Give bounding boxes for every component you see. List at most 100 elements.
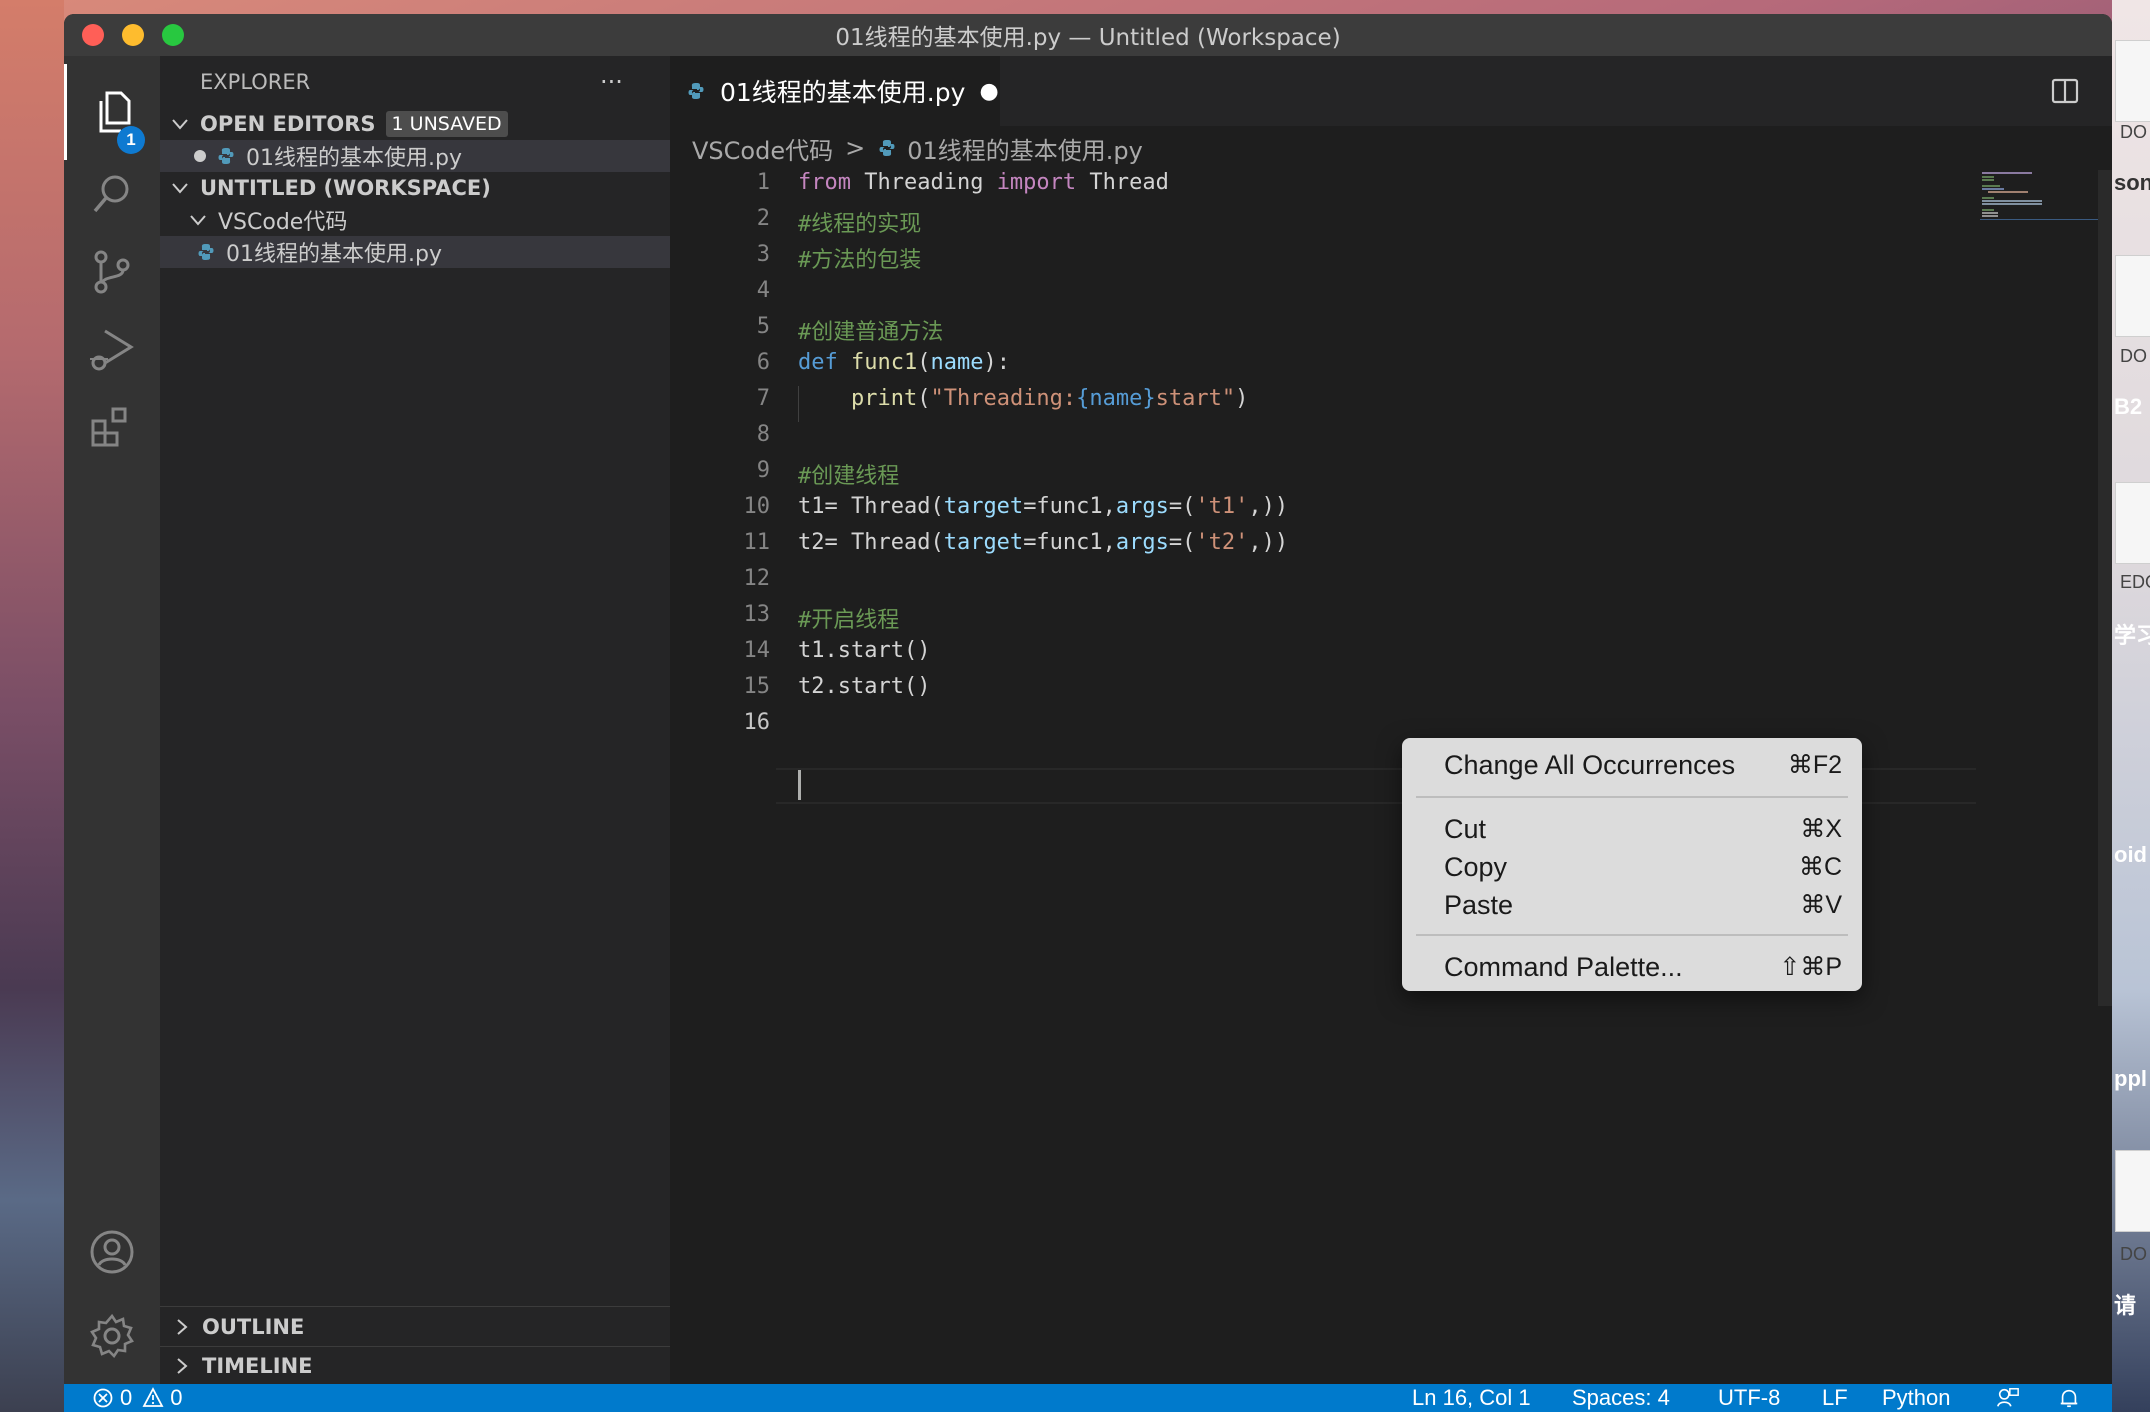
python-file-icon bbox=[688, 83, 704, 99]
code-line: #方法的包装 bbox=[798, 248, 922, 273]
cursor-position[interactable]: Ln 16, Col 1 bbox=[1412, 1384, 1531, 1412]
desktop-file-thumbnail[interactable] bbox=[2115, 1150, 2150, 1232]
maximize-window-button[interactable] bbox=[162, 24, 184, 46]
line-number: 14 bbox=[743, 638, 771, 663]
minimap[interactable] bbox=[1980, 170, 2105, 230]
editor-scrollbar[interactable] bbox=[2098, 170, 2112, 1006]
end-of-line[interactable]: LF bbox=[1822, 1384, 1848, 1412]
menu-item-shortcut: ⇧⌘P bbox=[1779, 953, 1842, 981]
line-number: 7 bbox=[756, 386, 770, 411]
code-line: t2= Thread(target=func1,args=('t2',)) bbox=[798, 530, 1289, 555]
workspace-section-header[interactable]: UNTITLED (WORKSPACE) bbox=[160, 172, 670, 204]
line-number: 16 bbox=[743, 710, 771, 735]
workspace-filename: 01线程的基本使用.py bbox=[226, 242, 442, 267]
editor-area: 01线程的基本使用.py ● ··· VSCode代码 > 01线程的基本使用.… bbox=[670, 56, 2112, 1384]
menu-item-copy[interactable]: Copy ⌘C bbox=[1402, 848, 1862, 886]
minimize-window-button[interactable] bbox=[122, 24, 144, 46]
manage-settings-button[interactable] bbox=[64, 1288, 160, 1384]
menu-item-shortcut: ⌘X bbox=[1800, 815, 1842, 843]
desktop-icons-right: DO son DO B2 EDO 学习 oid ppl DO 请 bbox=[2112, 0, 2150, 1412]
chevron-down-icon bbox=[172, 183, 188, 194]
error-icon bbox=[93, 1388, 113, 1408]
search-icon bbox=[93, 175, 129, 213]
desktop-file-label: B2 bbox=[2114, 394, 2143, 419]
desktop-file-label: EDO bbox=[2120, 572, 2150, 592]
feedback-icon bbox=[1997, 1388, 2019, 1407]
explorer-header: EXPLORER ··· bbox=[160, 56, 670, 108]
desktop-file-label: 学习 bbox=[2114, 623, 2150, 648]
extensions-button[interactable] bbox=[64, 378, 160, 474]
menu-item-change-all-occurrences[interactable]: Change All Occurrences ⌘F2 bbox=[1402, 746, 1862, 784]
file-item-active[interactable]: 01线程的基本使用.py bbox=[160, 236, 670, 268]
line-number: 9 bbox=[756, 458, 770, 483]
menu-item-shortcut: ⌘V bbox=[1800, 891, 1842, 919]
menu-item-paste[interactable]: Paste ⌘V bbox=[1402, 886, 1862, 924]
menu-item-cut[interactable]: Cut ⌘X bbox=[1402, 810, 1862, 848]
indentation[interactable]: Spaces: 4 bbox=[1572, 1384, 1670, 1412]
menu-item-label: Paste bbox=[1444, 889, 1514, 920]
status-bar: 0 0 Ln 16, Col 1 Spaces: 4 UTF-8 LF Pyth… bbox=[64, 1384, 2112, 1412]
desktop-file-thumbnail[interactable] bbox=[2115, 40, 2150, 122]
open-editor-filename: 01线程的基本使用.py bbox=[246, 146, 462, 171]
line-number: 5 bbox=[756, 314, 770, 339]
explorer-title: EXPLORER bbox=[200, 70, 311, 94]
feedback-button[interactable] bbox=[1996, 1384, 2020, 1412]
line-number: 6 bbox=[756, 350, 770, 375]
code-line: from Threading import Thread bbox=[798, 170, 1169, 195]
desktop-file-label: DO bbox=[2120, 346, 2147, 366]
folder-item[interactable]: VSCode代码 bbox=[160, 204, 670, 236]
explorer-more-actions-button[interactable]: ··· bbox=[600, 68, 623, 96]
line-number: 13 bbox=[743, 602, 771, 627]
desktop-file-label: DO bbox=[2120, 1244, 2147, 1264]
timeline-section-header[interactable]: TIMELINE bbox=[160, 1346, 670, 1384]
source-control-icon bbox=[94, 250, 130, 294]
split-editor-icon[interactable] bbox=[2050, 76, 2080, 106]
menu-item-label: Command Palette... bbox=[1444, 951, 1683, 982]
breadcrumb: VSCode代码 > 01线程的基本使用.py bbox=[670, 126, 2112, 170]
desktop-file-thumbnail[interactable] bbox=[2115, 255, 2150, 337]
line-number: 8 bbox=[756, 422, 770, 447]
unsaved-dot-icon[interactable] bbox=[194, 150, 206, 162]
encoding[interactable]: UTF-8 bbox=[1718, 1384, 1780, 1412]
problems-indicator[interactable]: 0 0 bbox=[92, 1384, 183, 1412]
window-title: 01线程的基本使用.py — Untitled (Workspace) bbox=[835, 25, 1341, 51]
desktop-file-thumbnail[interactable] bbox=[2115, 482, 2150, 564]
error-count: 0 bbox=[120, 1385, 133, 1410]
line-number: 15 bbox=[743, 674, 771, 699]
line-number: 10 bbox=[743, 494, 771, 519]
code-line: print("Threading:{name}start") bbox=[850, 386, 1249, 411]
python-file-icon bbox=[218, 148, 234, 164]
bell-icon bbox=[2060, 1389, 2078, 1408]
folder-name: VSCode代码 bbox=[218, 210, 348, 235]
tab-dirty-indicator[interactable]: ● bbox=[979, 79, 998, 104]
code-line: t1.start() bbox=[798, 638, 931, 663]
menu-item-command-palette[interactable]: Command Palette... ⇧⌘P bbox=[1402, 948, 1862, 986]
open-editor-item[interactable]: 01线程的基本使用.py bbox=[160, 140, 670, 172]
python-file-icon bbox=[879, 140, 895, 156]
desktop-wallpaper-left bbox=[0, 0, 64, 1412]
open-editors-section-header[interactable]: OPEN EDITORS 1 UNSAVED bbox=[160, 108, 670, 140]
warning-icon bbox=[142, 1387, 164, 1407]
notifications-button[interactable] bbox=[2058, 1384, 2080, 1412]
menu-separator bbox=[1416, 796, 1848, 798]
breadcrumb-file[interactable]: 01线程的基本使用.py bbox=[907, 131, 1143, 166]
code-line: t2.start() bbox=[798, 674, 931, 699]
menu-item-shortcut: ⌘C bbox=[1798, 853, 1842, 881]
python-file-icon bbox=[198, 244, 214, 260]
outline-section-header[interactable]: OUTLINE bbox=[160, 1306, 670, 1346]
menu-item-label: Copy bbox=[1444, 851, 1508, 882]
desktop-file-label: 请 bbox=[2114, 1293, 2137, 1318]
close-window-button[interactable] bbox=[82, 24, 104, 46]
breadcrumb-folder[interactable]: VSCode代码 bbox=[692, 131, 833, 166]
menu-item-label: Cut bbox=[1444, 813, 1487, 844]
menu-item-shortcut: ⌘F2 bbox=[1787, 751, 1842, 779]
code-line: def func1(name): bbox=[798, 350, 1010, 375]
language-mode[interactable]: Python bbox=[1882, 1384, 1951, 1412]
chevron-down-icon bbox=[190, 215, 206, 226]
line-number: 1 bbox=[756, 170, 770, 195]
text-cursor bbox=[798, 770, 801, 800]
accounts-button[interactable] bbox=[64, 1204, 160, 1300]
line-number: 4 bbox=[756, 278, 770, 303]
editor-tab[interactable]: 01线程的基本使用.py ● bbox=[670, 56, 1000, 126]
breadcrumb-separator: > bbox=[845, 134, 866, 162]
